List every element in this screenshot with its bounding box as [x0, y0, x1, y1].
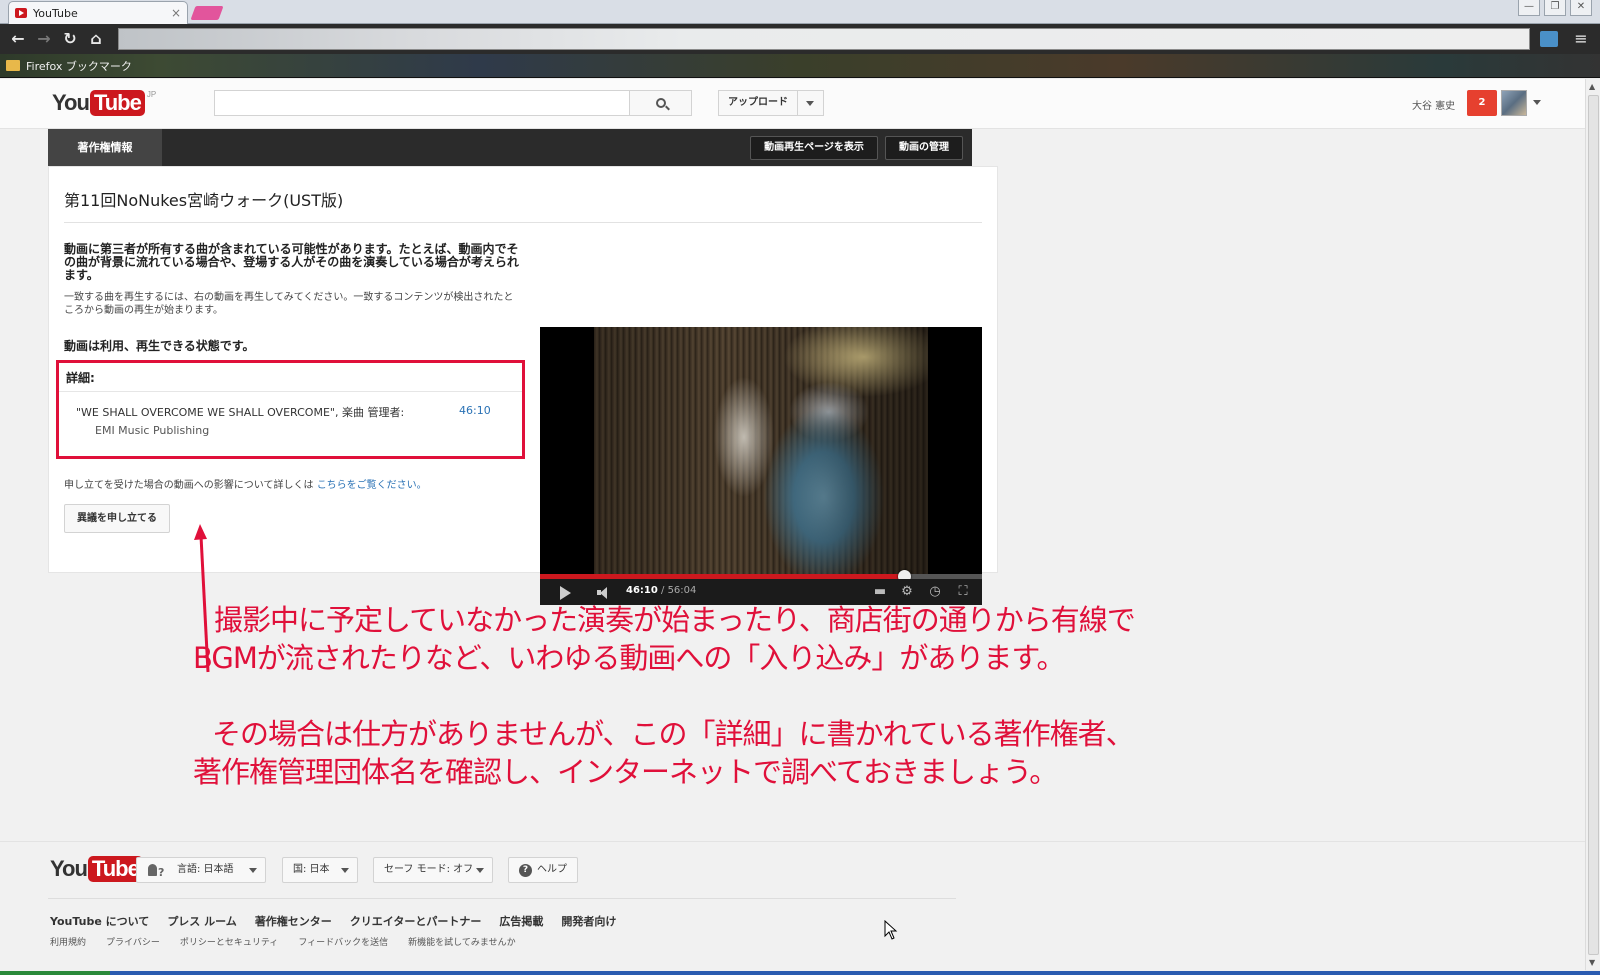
- help-button[interactable]: ? ヘルプ: [508, 857, 578, 883]
- video-manager-button[interactable]: 動画の管理: [885, 136, 963, 160]
- footer-link-about[interactable]: YouTube について: [50, 913, 149, 929]
- extension-icon[interactable]: [1540, 31, 1558, 47]
- language-icon: [148, 861, 166, 885]
- footer-link-terms[interactable]: 利用規約: [50, 935, 86, 948]
- tab-close-icon[interactable]: ×: [171, 6, 181, 20]
- footer-link-advertise[interactable]: 広告掲載: [499, 913, 543, 929]
- reload-icon[interactable]: ↻: [58, 27, 82, 51]
- footer-link-feedback[interactable]: フィードバックを送信: [298, 935, 388, 948]
- bookmarks-bar: Firefox ブックマーク: [0, 54, 1600, 78]
- time-display: 46:10 / 56:04: [626, 585, 697, 596]
- masthead: You Tube JP アップロード 大谷 憲史 2: [0, 79, 1585, 129]
- youtube-logo[interactable]: You Tube JP: [52, 90, 156, 116]
- footer: You Tube 言語: 日本語 国: 日本 セーフ モード: オフ ? ヘルプ…: [0, 841, 1585, 975]
- video-player[interactable]: 46:10 / 56:04 ▬ ⚙ ◷ ⛶: [540, 327, 982, 605]
- safety-mode-button[interactable]: セーフ モード: オフ: [373, 857, 493, 883]
- title-divider: [64, 222, 982, 223]
- bookmark-folder-firefox[interactable]: Firefox ブックマーク: [26, 58, 132, 74]
- chevron-down-icon: [249, 868, 257, 873]
- address-bar[interactable]: [118, 28, 1530, 50]
- notification-badge[interactable]: 2: [1467, 90, 1497, 116]
- details-divider: [59, 391, 522, 392]
- footer-link-privacy[interactable]: プライバシー: [106, 935, 160, 948]
- matched-track: "WE SHALL OVERCOME WE SHALL OVERCOME", 楽…: [76, 406, 405, 419]
- taskbar-edge: [0, 971, 1600, 975]
- browser-menu-icon[interactable]: ≡: [1572, 30, 1590, 48]
- watch-later-icon[interactable]: ◷: [928, 585, 942, 599]
- chevron-down-icon: [341, 868, 349, 873]
- video-frame[interactable]: [594, 327, 928, 574]
- browser-toolbar: ← → ↻ ⌂ ≡: [0, 24, 1600, 54]
- play-icon[interactable]: [560, 586, 571, 600]
- annotation-line-4: 著作権管理団体名を確認し、インターネットで調べておきましょう。: [193, 755, 1058, 789]
- chevron-down-icon: [476, 868, 484, 873]
- fullscreen-icon[interactable]: ⛶: [956, 585, 970, 599]
- annotation-line-1: 撮影中に予定していなかった演奏が始まったり、商店街の通りから有線で: [214, 603, 1136, 637]
- footer-link-press[interactable]: プレス ルーム: [167, 913, 237, 929]
- details-highlight-box: 詳細: "WE SHALL OVERCOME WE SHALL OVERCOME…: [56, 360, 525, 459]
- upload-dropdown-button[interactable]: [798, 90, 824, 116]
- minimize-button[interactable]: —: [1518, 0, 1540, 16]
- avatar[interactable]: [1501, 90, 1527, 116]
- match-time-link[interactable]: 46:10: [459, 404, 491, 417]
- browser-tab-youtube[interactable]: YouTube ×: [8, 1, 188, 24]
- third-party-notice: 動画に第三者が所有する曲が含まれている可能性があります。たとえば、動画内でその曲…: [64, 242, 519, 282]
- view-watch-page-button[interactable]: 動画再生ページを表示: [750, 136, 878, 160]
- home-icon[interactable]: ⌂: [84, 27, 108, 51]
- help-icon: ?: [519, 864, 532, 877]
- footer-divider: [48, 898, 956, 899]
- scroll-up-icon[interactable]: ▲: [1589, 82, 1595, 91]
- footer-link-creators[interactable]: クリエイターとパートナー: [350, 913, 482, 929]
- copyright-toolbar: 著作権情報 動画再生ページを表示 動画の管理: [48, 129, 972, 166]
- learn-more-link[interactable]: こちらをご覧ください。: [317, 480, 427, 491]
- forward-icon[interactable]: →: [32, 27, 56, 51]
- country-button[interactable]: 国: 日本: [282, 857, 358, 883]
- search-button[interactable]: [630, 90, 692, 116]
- upload-button[interactable]: アップロード: [718, 90, 798, 116]
- footer-links: YouTube について プレス ルーム 著作権センター クリエイターとパートナ…: [50, 913, 616, 929]
- user-name[interactable]: 大谷 憲史: [1412, 97, 1455, 112]
- tab-title: YouTube: [33, 6, 78, 20]
- footer-youtube-logo[interactable]: You Tube: [50, 856, 143, 882]
- scroll-thumb[interactable]: [1588, 95, 1599, 955]
- settings-gear-icon[interactable]: ⚙: [900, 585, 914, 599]
- footer-link-developers[interactable]: 開発者向け: [561, 913, 616, 929]
- youtube-favicon-icon: [15, 8, 27, 18]
- availability-status: 動画は利用、再生できる状態です。: [64, 339, 255, 353]
- browser-tab-strip: YouTube × — ❐ ✕: [0, 0, 1600, 24]
- account-chevron-down-icon[interactable]: [1533, 100, 1541, 105]
- tab-copyright-info[interactable]: 著作権情報: [48, 129, 162, 166]
- new-tab-button[interactable]: [190, 6, 224, 20]
- language-button[interactable]: 言語: 日本語: [136, 857, 266, 885]
- footer-link-policy[interactable]: ポリシーとセキュリティ: [180, 935, 278, 948]
- page-scrollbar[interactable]: ▲ ▼: [1585, 79, 1600, 970]
- captions-icon[interactable]: ▬: [873, 585, 887, 599]
- volume-icon[interactable]: [597, 587, 613, 599]
- footer-link-try-new[interactable]: 新機能を試してみませんか: [408, 935, 515, 948]
- playback-hint: 一致する曲を再生するには、右の動画を再生してみてください。一致するコンテンツが検…: [64, 292, 514, 316]
- mouse-cursor-icon: [884, 920, 898, 940]
- search-input[interactable]: [214, 90, 630, 116]
- dispute-button[interactable]: 異議を申し立てる: [64, 504, 170, 533]
- close-window-button[interactable]: ✕: [1570, 0, 1592, 16]
- chevron-down-icon: [806, 101, 814, 106]
- claim-effect-text: 申し立てを受けた場合の動画への影響について詳しくは こちらをご覧ください。: [64, 480, 427, 491]
- video-title: 第11回NoNukes宮崎ウォーク(UST版): [64, 191, 344, 210]
- folder-icon: [6, 60, 20, 71]
- window-controls: — ❐ ✕: [1518, 0, 1592, 16]
- footer-sub-links: 利用規約 プライバシー ポリシーとセキュリティ フィードバックを送信 新機能を試…: [50, 935, 516, 948]
- footer-link-copyright[interactable]: 著作権センター: [255, 913, 332, 929]
- rights-holder: EMI Music Publishing: [95, 424, 210, 437]
- annotation-line-2: BGMが流されたりなど、いわゆる動画への「入り込み」があります。: [193, 641, 1066, 675]
- details-label: 詳細:: [66, 371, 95, 385]
- search-icon: [655, 98, 666, 108]
- scroll-down-icon[interactable]: ▼: [1589, 958, 1595, 967]
- back-icon[interactable]: ←: [6, 27, 30, 51]
- annotation-line-3: その場合は仕方がありませんが、この「詳細」に書かれている著作権者、: [212, 717, 1135, 751]
- restore-button[interactable]: ❐: [1544, 0, 1566, 16]
